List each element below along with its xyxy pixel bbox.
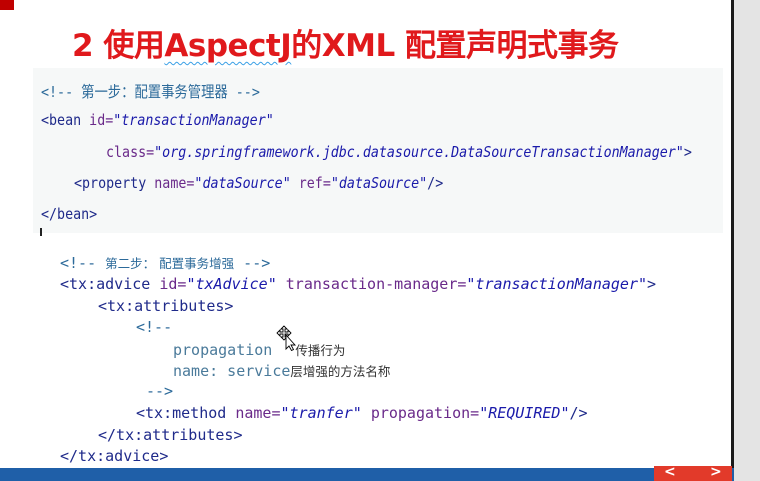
advice-close-tag: </tx:advice> <box>60 447 169 465</box>
advice-tm-value: "transactionManager" <box>466 275 648 293</box>
bean-tag: <bean <box>41 111 82 129</box>
property-close: /> <box>427 174 444 192</box>
slide-footer-bar <box>0 468 734 481</box>
class-close: > <box>683 143 692 161</box>
code-line-inner-comment-open: <!-- <box>136 318 172 336</box>
comment-open: <!-- <box>60 254 106 272</box>
advice-id-value: "txAdvice" <box>186 275 277 293</box>
class-attr: class= <box>106 143 155 161</box>
advice-gt: > <box>647 275 657 293</box>
name-key: name: service <box>173 362 291 380</box>
code-line-advice-open: <tx:advice id="txAdvice" transaction-man… <box>60 275 656 293</box>
slide: 2 使用AspectJ的XML 配置声明式事务 <!-- 第一步：配置事务管理器… <box>0 0 734 468</box>
code-line-name-note: name: service层增强的方法名称 <box>173 361 390 380</box>
code-line-class: class="org.springframework.jdbc.datasour… <box>106 143 692 161</box>
comment-text: 第二步： 配置事务增强 <box>105 256 235 271</box>
method-propagation-value: "REQUIRED" <box>479 404 570 422</box>
code-line-propagation-note: propagation 传播行为 <box>173 340 345 359</box>
method-close: /> <box>569 404 588 422</box>
code-line-method: <tx:method name="tranfer" propagation="R… <box>136 404 588 422</box>
text-caret <box>40 228 42 236</box>
method-name-value: "tranfer" <box>280 404 362 422</box>
bean-id-attr: id= <box>89 111 114 129</box>
code-line-comment-2: <!-- 第二步： 配置事务增强 --> <box>60 253 270 272</box>
attributes-open-tag: <tx:attributes> <box>98 297 234 315</box>
attributes-close-tag: </tx:attributes> <box>98 426 243 444</box>
class-value: "org.springframework.jdbc.datasource.Dat… <box>154 143 684 161</box>
advice-id-attr: id= <box>159 275 187 293</box>
property-name-attr: name= <box>154 174 195 192</box>
code-line-attributes-open: <tx:attributes> <box>98 297 233 315</box>
slide-title: 2 使用AspectJ的XML 配置声明式事务 <box>72 20 712 66</box>
propagation-key: propagation <box>173 341 273 359</box>
code-line-property: <property name="dataSource" ref="dataSou… <box>74 174 443 192</box>
next-slide-button[interactable]: > <box>710 464 722 480</box>
property-name-value: "dataSource" <box>194 174 291 192</box>
property-tag: <property <box>74 174 147 192</box>
title-suffix: 的XML 配置声明式事务 <box>291 28 619 64</box>
move-cursor-icon <box>276 325 297 351</box>
code-line-bean-open: <bean id="transactionManager" <box>41 111 274 129</box>
advice-tag: <tx:advice <box>60 275 151 293</box>
inner-comment-open: <!-- <box>136 318 173 336</box>
code-line-bean-close: </bean> <box>41 205 97 223</box>
code-block-tx-advice: <!-- 第二步： 配置事务增强 --> <tx:advice id="txAd… <box>52 248 722 466</box>
property-ref-value: "dataSource" <box>330 174 428 192</box>
name-desc: 层增强的方法名称 <box>290 364 391 379</box>
bean-close-tag: </bean> <box>41 205 98 223</box>
code-block-transaction-manager: <!-- 第一步：配置事务管理器 --> <bean id="transacti… <box>33 68 723 233</box>
property-ref-attr: ref= <box>298 174 331 192</box>
advice-tm-attr: transaction-manager= <box>285 275 467 293</box>
title-prefix: 2 使用 <box>72 28 165 64</box>
comment-close: --> <box>234 254 271 272</box>
inner-comment-close: --> <box>146 382 174 400</box>
bean-id-value: "transactionManager" <box>113 111 274 129</box>
code-line-attributes-close: </tx:attributes> <box>98 426 243 444</box>
title-underlined-word: AspectJ <box>164 28 292 64</box>
xml-comment: <!-- 第一步：配置事务管理器 --> <box>41 83 260 101</box>
prev-slide-button[interactable]: < <box>664 464 676 480</box>
code-line-comment: <!-- 第一步：配置事务管理器 --> <box>41 80 260 102</box>
window-edge <box>734 0 760 481</box>
slide-nav: < > <box>654 464 732 481</box>
method-propagation-attr: propagation= <box>370 404 480 422</box>
method-name-attr: name= <box>235 404 281 422</box>
slide-corner-mark <box>0 0 14 10</box>
code-line-inner-comment-close: --> <box>146 382 173 400</box>
method-tag: <tx:method <box>136 404 227 422</box>
code-line-advice-close: </tx:advice> <box>60 447 168 465</box>
